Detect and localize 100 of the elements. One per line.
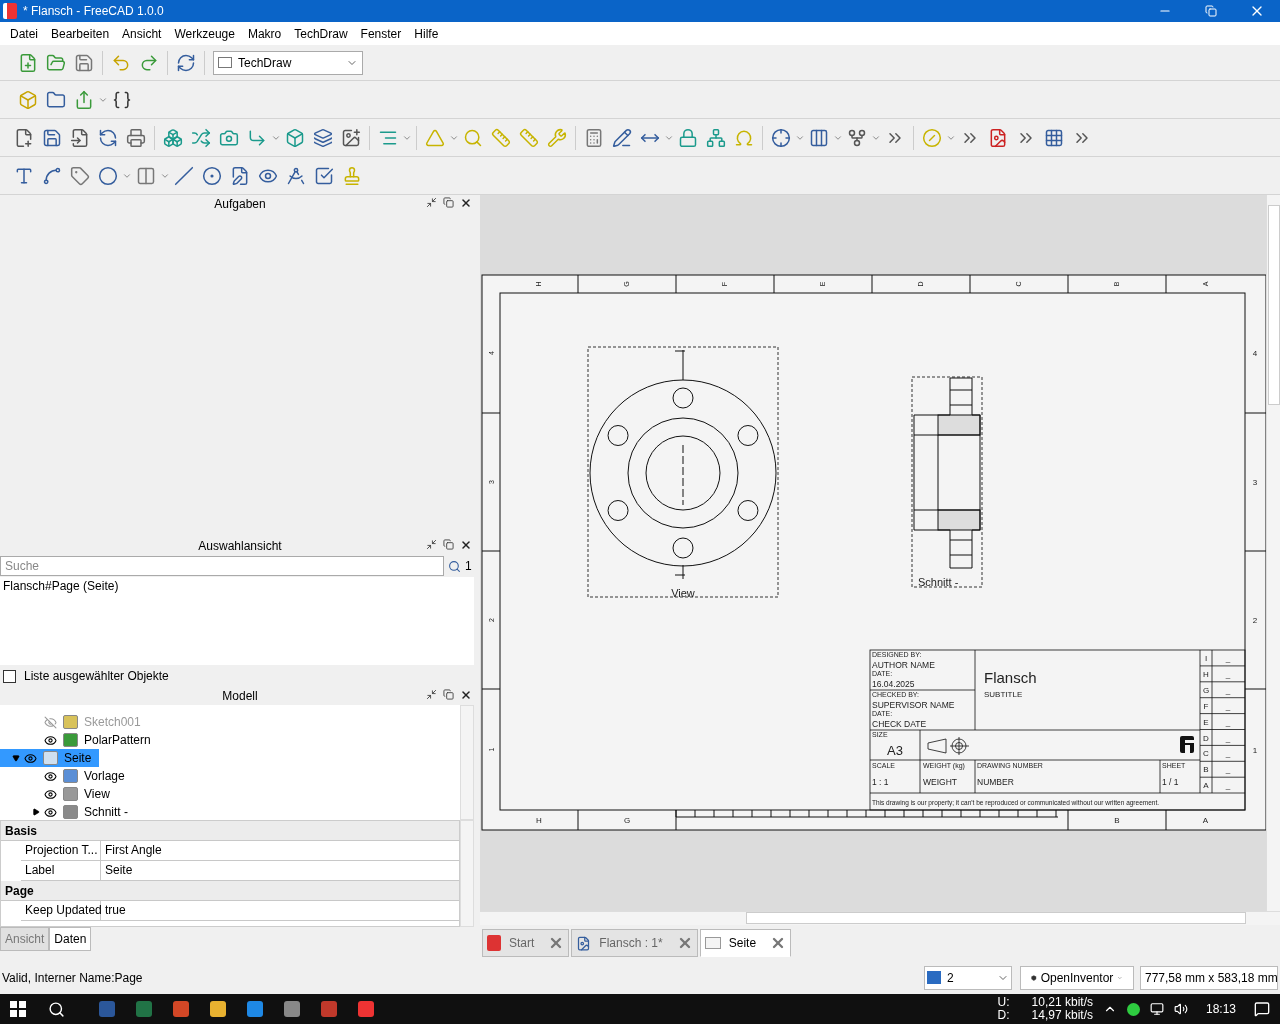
object-icon (63, 733, 78, 747)
property-name: Projection T... (21, 841, 101, 860)
visibility-icon[interactable] (44, 787, 57, 801)
document-tab[interactable]: Seite (699, 929, 792, 957)
property-value[interactable]: true (101, 901, 130, 920)
property-value[interactable]: First Angle (101, 841, 166, 860)
logo-icon (487, 935, 501, 951)
window-title: * Flansch - FreeCAD 1.0.0 (23, 3, 164, 20)
dock-icon[interactable] (426, 539, 437, 550)
dock-icon[interactable] (426, 197, 437, 208)
panel-tab[interactable]: Daten (49, 927, 92, 951)
object-icon (63, 715, 78, 729)
renderer-dropdown[interactable]: OpenInventor (1020, 965, 1134, 990)
view-label: Schnitt - (918, 576, 959, 588)
object-icon (63, 805, 78, 819)
tree-item[interactable]: PolarPattern (0, 731, 159, 749)
panel-tab[interactable]: Ansicht (0, 927, 50, 951)
panel-title: Modell (222, 688, 258, 705)
menu-item[interactable]: Datei (4, 24, 44, 43)
drawing-title: Flansch (984, 669, 1037, 686)
collapse-arrow-icon[interactable] (12, 754, 20, 762)
menu-item[interactable]: Makro (241, 24, 288, 43)
zone-label: 2 (1252, 616, 1258, 625)
revision-letter: E (1203, 717, 1209, 727)
document-tab[interactable]: Flansch : 1* (571, 929, 698, 957)
dimensions-dropdown[interactable]: 777,58 mm x 583,18 mm (1140, 965, 1278, 990)
close-icon[interactable] (460, 539, 472, 551)
clock[interactable]: 18:13 (1205, 1000, 1236, 1018)
float-icon[interactable] (443, 197, 454, 208)
float-icon[interactable] (443, 689, 454, 700)
document-tab[interactable]: Start (482, 929, 570, 957)
visibility-icon[interactable] (44, 769, 57, 783)
revision-value: _ (1225, 669, 1231, 679)
document-icon (576, 935, 592, 951)
restore-icon (1205, 5, 1217, 17)
workbench-dropdown[interactable]: TechDraw (213, 50, 363, 75)
scale-value: 1 : 1 (872, 777, 889, 787)
revision-letter: D (1203, 733, 1209, 743)
zone-label: 4 (1252, 349, 1258, 358)
revision-value: _ (1225, 781, 1231, 791)
tree-item[interactable]: Vorlage (0, 767, 133, 785)
search-icon[interactable] (48, 1000, 65, 1018)
menu-item[interactable]: TechDraw (288, 24, 354, 43)
revision-letter: H (1203, 669, 1209, 679)
float-icon[interactable] (443, 539, 454, 550)
notifications-icon[interactable] (1254, 1001, 1270, 1017)
zone-label: 3 (1252, 478, 1258, 487)
property-value[interactable]: Seite (101, 861, 137, 880)
selection-item[interactable]: Flansch#Page (Seite) (3, 577, 471, 595)
status-message: Valid, Interner Name:Page (2, 969, 143, 987)
revision-value: _ (1225, 765, 1231, 775)
revision-letter: C (1203, 749, 1209, 759)
revision-value: _ (1225, 733, 1231, 743)
download-label: D: (997, 1009, 1010, 1022)
expand-arrow-icon[interactable] (32, 808, 40, 816)
date-text: 16.04.2025 (872, 679, 915, 689)
scrollbar[interactable] (480, 911, 1280, 925)
speaker-icon[interactable] (1173, 1002, 1188, 1016)
tray-app-icon[interactable] (1126, 1002, 1140, 1016)
close-icon[interactable] (460, 689, 472, 701)
dock-icon[interactable] (426, 689, 437, 700)
menu-item[interactable]: Ansicht (116, 24, 168, 43)
visibility-icon[interactable] (24, 751, 37, 765)
menu-item[interactable]: Werkzeuge (168, 24, 241, 43)
upload-rate: 10,21 kbit/s (1031, 996, 1093, 1009)
view-count-dropdown[interactable]: 2 (924, 965, 1012, 990)
close-icon[interactable] (460, 197, 472, 209)
tree-item[interactable]: Seite (0, 749, 100, 767)
tree-item[interactable]: View (0, 785, 118, 803)
visibility-icon[interactable] (44, 805, 57, 819)
logo-icon (3, 3, 17, 19)
visibility-icon[interactable] (44, 733, 57, 747)
menu-item[interactable]: Hilfe (408, 24, 445, 43)
tree-item[interactable]: Schnitt - (0, 803, 136, 821)
revision-value: _ (1225, 685, 1231, 695)
scrollbar[interactable] (460, 705, 474, 820)
author-name: AUTHOR NAME (872, 660, 935, 670)
property-group[interactable]: Page (1, 881, 459, 901)
weight-value: WEIGHT (923, 777, 957, 787)
checkbox[interactable] (3, 669, 16, 683)
scrollbar[interactable] (460, 820, 474, 927)
page-icon (704, 937, 721, 949)
revision-value: _ (1225, 717, 1231, 727)
taskbar-app-icon[interactable] (284, 1001, 300, 1017)
taskbar-app-icon[interactable] (210, 1001, 226, 1017)
search-field[interactable]: Suche (0, 556, 444, 576)
menu-item[interactable]: Bearbeiten (45, 24, 116, 43)
network-icon[interactable] (1149, 1002, 1164, 1016)
scrollbar[interactable] (1266, 195, 1280, 911)
upload-label: U: (997, 996, 1010, 1009)
revision-letter: F (1203, 701, 1209, 711)
menu-item[interactable]: Fenster (354, 24, 408, 43)
supervisor-name: SUPERVISOR NAME (872, 700, 955, 710)
windows-start-icon[interactable] (10, 1001, 26, 1017)
zone-label: G (623, 816, 631, 825)
drawing-number: NUMBER (977, 777, 1014, 787)
download-rate: 14,97 kbit/s (1031, 1009, 1093, 1022)
property-group[interactable]: Basis (1, 821, 459, 841)
revision-value: _ (1225, 654, 1231, 663)
checkbox-label: Liste ausgewählter Objekte (24, 668, 169, 685)
